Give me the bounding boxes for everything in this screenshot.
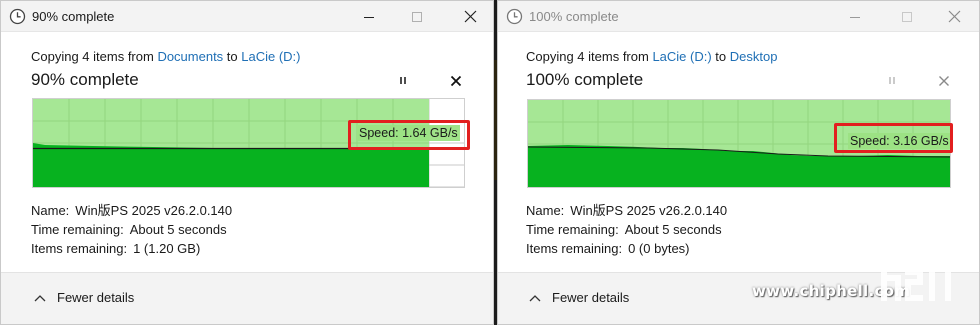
window-title: 100% complete — [529, 9, 619, 24]
fewer-details-button[interactable]: Fewer details — [34, 290, 134, 305]
speed-highlight-box — [348, 120, 470, 150]
maximize-button[interactable] — [884, 1, 930, 32]
maximize-button[interactable] — [394, 1, 440, 32]
dialog-footer: Fewer details — [1, 272, 493, 324]
fewer-details-label: Fewer details — [552, 290, 630, 305]
progress-heading: 100% complete — [526, 70, 644, 89]
items-remaining-row: Items remaining: 0 (0 bytes) — [526, 239, 727, 258]
fewer-details-label: Fewer details — [57, 290, 135, 305]
items-remaining-label: Items remaining: — [526, 241, 623, 256]
clock-icon — [9, 8, 26, 25]
window-title: 90% complete — [32, 9, 115, 24]
details-section: Name: Win版PS 2025 v26.2.0.140 Time remain… — [31, 201, 232, 258]
cancel-icon[interactable] — [935, 72, 953, 90]
minimize-icon — [850, 16, 860, 18]
items-remaining-value: 0 (0 bytes) — [628, 241, 690, 256]
fewer-details-button[interactable]: Fewer details — [529, 290, 629, 305]
name-label: Name: — [526, 203, 565, 218]
speed-highlight-box — [834, 123, 953, 153]
minimize-button[interactable] — [832, 1, 878, 32]
destination-link[interactable]: Desktop — [730, 49, 778, 64]
time-remaining-label: Time remaining: — [526, 222, 619, 237]
copy-prefix-text: Copying 4 items from — [31, 49, 158, 64]
time-remaining-label: Time remaining: — [31, 222, 124, 237]
minimize-icon — [364, 16, 374, 18]
copy-progress-window-documents: 90% complete Copying 4 items from Docume… — [0, 0, 494, 325]
copy-to-text: to — [223, 49, 242, 64]
chevron-up-icon — [529, 294, 541, 301]
clock-icon — [506, 8, 523, 25]
close-icon — [464, 10, 476, 23]
close-button[interactable] — [447, 1, 493, 32]
time-remaining-value: About 5 seconds — [624, 222, 722, 237]
name-row: Name: Win版PS 2025 v26.2.0.140 — [31, 201, 232, 220]
close-button[interactable] — [931, 1, 977, 32]
copy-summary: Copying 4 items from Documents to LaCie … — [31, 49, 301, 64]
time-remaining-value: About 5 seconds — [129, 222, 227, 237]
title-bar[interactable]: 90% complete — [1, 1, 493, 32]
chiphell-logo — [879, 208, 957, 301]
source-link[interactable]: LaCie (D:) — [652, 49, 711, 64]
time-remaining-row: Time remaining: About 5 seconds — [526, 220, 727, 239]
name-value: Win版PS 2025 v26.2.0.140 — [75, 203, 233, 218]
progress-heading: 90% complete — [31, 70, 139, 89]
title-bar[interactable]: 100% complete — [498, 1, 979, 32]
destination-link[interactable]: LaCie (D:) — [241, 49, 300, 64]
close-icon — [948, 10, 960, 23]
items-remaining-label: Items remaining: — [31, 241, 128, 256]
name-label: Name: — [31, 203, 70, 218]
copy-prefix-text: Copying 4 items from — [526, 49, 653, 64]
source-link[interactable]: Documents — [157, 49, 223, 64]
items-remaining-value: 1 (1.20 GB) — [133, 241, 201, 256]
name-row: Name: Win版PS 2025 v26.2.0.140 — [526, 201, 727, 220]
pause-icon[interactable] — [394, 72, 412, 90]
name-value: Win版PS 2025 v26.2.0.140 — [570, 203, 728, 218]
copy-summary: Copying 4 items from LaCie (D:) to Deskt… — [526, 49, 777, 64]
chevron-up-icon — [34, 294, 46, 301]
maximize-icon — [412, 11, 422, 22]
details-section: Name: Win版PS 2025 v26.2.0.140 Time remain… — [526, 201, 727, 258]
minimize-button[interactable] — [346, 1, 392, 32]
cancel-icon[interactable] — [447, 72, 465, 90]
copy-to-text: to — [711, 49, 730, 64]
pause-icon[interactable] — [883, 72, 901, 90]
items-remaining-row: Items remaining: 1 (1.20 GB) — [31, 239, 232, 258]
maximize-icon — [902, 11, 912, 22]
dialog-content: Copying 4 items from Documents to LaCie … — [1, 32, 493, 272]
time-remaining-row: Time remaining: About 5 seconds — [31, 220, 232, 239]
